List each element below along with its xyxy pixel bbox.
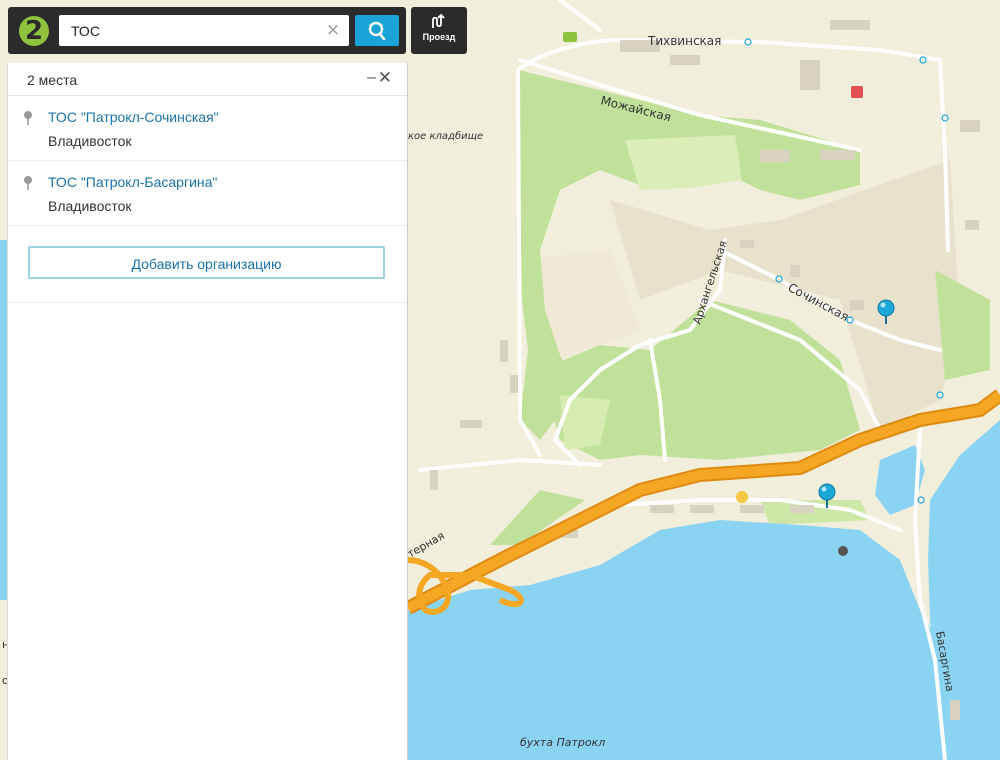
route-label: Проезд	[422, 32, 456, 42]
route-icon	[432, 14, 445, 28]
search-input[interactable]	[59, 15, 321, 46]
search-button[interactable]	[355, 15, 399, 46]
add-organization-section: Добавить организацию	[8, 226, 407, 303]
result-title[interactable]: ТОС "Патрокл-Сочинская"	[48, 109, 219, 125]
minimize-icon[interactable]: –	[367, 69, 376, 87]
sun-icon	[838, 546, 848, 556]
close-icon[interactable]: ✕	[378, 68, 392, 88]
add-organization-button[interactable]: Добавить организацию	[28, 246, 385, 279]
result-city: Владивосток	[48, 198, 132, 214]
route-button[interactable]: Проезд	[411, 7, 467, 54]
logo[interactable]: 2	[19, 16, 49, 46]
search-box: ×	[59, 15, 349, 46]
pin-icon	[24, 111, 32, 125]
cemetery-area	[625, 135, 742, 190]
pin-icon	[24, 176, 32, 190]
result-title[interactable]: ТОС "Патрокл-Басаргина"	[48, 174, 217, 190]
clear-icon[interactable]: ×	[325, 21, 341, 39]
result-item[interactable]: ТОС "Патрокл-Басаргина" Владивосток	[8, 161, 407, 226]
hospital-icon	[851, 86, 863, 98]
results-count: 2 места	[27, 72, 78, 88]
result-item[interactable]: ТОС "Патрокл-Сочинская" Владивосток	[8, 96, 407, 161]
label-tikhvinskaya: Тихвинская	[647, 34, 721, 48]
search-icon	[368, 21, 386, 41]
results-panel: 2 места – ✕ ТОС "Патрокл-Сочинская" Влад…	[7, 63, 408, 760]
label-bay: бухта Патрокл	[520, 736, 605, 749]
beach-icon	[736, 491, 748, 503]
search-bar: 2 ×	[8, 7, 406, 54]
hotel-icon	[563, 32, 577, 42]
label-cemetery: кое кладбище	[408, 130, 483, 142]
result-city: Владивосток	[48, 133, 132, 149]
results-header: 2 места – ✕	[8, 63, 407, 96]
